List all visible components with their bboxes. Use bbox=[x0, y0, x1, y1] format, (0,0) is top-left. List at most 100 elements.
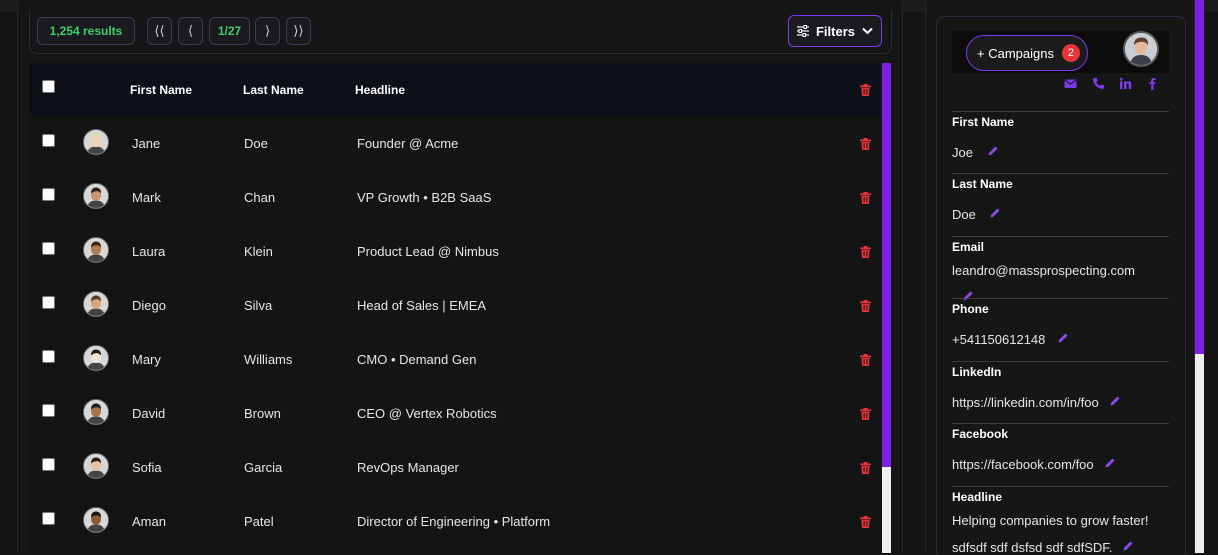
first-name-cell: David bbox=[132, 406, 166, 421]
linkedin-label: LinkedIn bbox=[952, 365, 1002, 379]
facebook-value: https://facebook.com/foo bbox=[952, 457, 1094, 472]
contact-avatar bbox=[83, 399, 109, 425]
email-label: Email bbox=[952, 240, 985, 254]
headline-cell: Director of Engineering • Platform bbox=[357, 514, 551, 529]
divider bbox=[952, 236, 1169, 237]
headline-cell: CEO @ Vertex Robotics bbox=[357, 406, 497, 421]
chevron-down-icon bbox=[862, 27, 873, 35]
page-scrollbar[interactable] bbox=[1195, 0, 1204, 553]
row-checkbox[interactable] bbox=[42, 404, 55, 417]
first-name-cell: Mark bbox=[132, 190, 161, 205]
delete-all-trash-icon[interactable] bbox=[860, 84, 871, 96]
col-headline[interactable]: Headline bbox=[355, 83, 405, 97]
row-checkbox[interactable] bbox=[42, 512, 55, 525]
delete-row-trash-icon[interactable] bbox=[860, 516, 871, 528]
divider bbox=[952, 423, 1169, 424]
headline-cell: Product Lead @ Nimbus bbox=[357, 244, 499, 259]
next-page-button[interactable]: ⟩ bbox=[255, 17, 280, 45]
page-indicator: 1/27 bbox=[209, 17, 250, 45]
row-checkbox[interactable] bbox=[42, 458, 55, 471]
first-name-cell: Sofia bbox=[132, 460, 162, 475]
table-row[interactable]: Sofia Garcia RevOps Manager bbox=[29, 441, 881, 495]
last-name-cell: Silva bbox=[244, 298, 273, 313]
headline-cell: VP Growth • B2B SaaS bbox=[357, 190, 492, 205]
first-name-value: Joe bbox=[952, 145, 973, 160]
table-scrollbar[interactable] bbox=[882, 63, 891, 553]
table-row[interactable]: Jane Doe Founder @ Acme bbox=[29, 117, 881, 171]
last-page-button[interactable]: ⟩⟩ bbox=[286, 17, 311, 45]
page-scrollbar-thumb[interactable] bbox=[1195, 0, 1204, 354]
results-count: 1,254 results bbox=[37, 17, 135, 45]
headline-label: Headline bbox=[952, 490, 1003, 504]
contact-avatar bbox=[83, 237, 109, 263]
edit-facebook-pencil-icon[interactable] bbox=[1105, 457, 1116, 468]
delete-row-trash-icon[interactable] bbox=[860, 462, 871, 474]
delete-row-trash-icon[interactable] bbox=[860, 138, 871, 150]
last-name-cell: Williams bbox=[244, 352, 293, 367]
sliders-icon bbox=[796, 25, 809, 37]
facebook-label: Facebook bbox=[952, 427, 1009, 441]
delete-row-trash-icon[interactable] bbox=[860, 408, 871, 420]
profile-avatar bbox=[1123, 31, 1159, 67]
delete-row-trash-icon[interactable] bbox=[860, 192, 871, 204]
phone-icon[interactable] bbox=[1092, 77, 1105, 90]
row-checkbox[interactable] bbox=[42, 350, 55, 363]
edit-first-name-pencil-icon[interactable] bbox=[988, 145, 999, 156]
last-name-cell: Brown bbox=[244, 406, 281, 421]
headline-cell: RevOps Manager bbox=[357, 460, 459, 475]
col-last-name[interactable]: Last Name bbox=[243, 83, 304, 97]
divider bbox=[952, 486, 1169, 487]
edit-linkedin-pencil-icon[interactable] bbox=[1110, 395, 1121, 406]
edit-headline-pencil-icon[interactable] bbox=[1123, 540, 1134, 551]
table-row[interactable]: Aman Patel Director of Engineering • Platf… bbox=[29, 495, 881, 549]
delete-row-trash-icon[interactable] bbox=[860, 246, 871, 258]
delete-row-trash-icon[interactable] bbox=[860, 300, 871, 312]
first-page-button[interactable]: ⟨⟨ bbox=[147, 17, 172, 45]
contact-avatar bbox=[83, 291, 109, 317]
contact-avatar bbox=[83, 453, 109, 479]
last-name-cell: Garcia bbox=[244, 460, 283, 475]
last-name-value: Doe bbox=[952, 207, 976, 222]
col-first-name[interactable]: First Name bbox=[130, 83, 192, 97]
table-row[interactable]: Mark Chan VP Growth • B2B SaaS bbox=[29, 171, 881, 225]
row-checkbox[interactable] bbox=[42, 296, 55, 309]
last-name-cell: Patel bbox=[244, 514, 274, 529]
select-all-checkbox[interactable] bbox=[42, 80, 55, 93]
table-header: First Name Last Name Headline bbox=[29, 63, 881, 117]
divider bbox=[952, 361, 1169, 362]
campaigns-label: + Campaigns bbox=[977, 45, 1054, 61]
headline-cell: Founder @ Acme bbox=[357, 136, 459, 151]
prev-page-button[interactable]: ⟨ bbox=[178, 17, 203, 45]
contact-avatar bbox=[83, 345, 109, 371]
edit-last-name-pencil-icon[interactable] bbox=[990, 207, 1001, 218]
row-checkbox[interactable] bbox=[42, 242, 55, 255]
first-name-cell: Jane bbox=[132, 136, 161, 151]
row-checkbox[interactable] bbox=[42, 188, 55, 201]
table-row[interactable]: Laura Klein Product Lead @ Nimbus bbox=[29, 225, 881, 279]
delete-row-trash-icon[interactable] bbox=[860, 354, 871, 366]
linkedin-icon[interactable] bbox=[1119, 77, 1132, 90]
table-scrollbar-thumb[interactable] bbox=[882, 63, 891, 467]
divider bbox=[952, 298, 1169, 299]
table-row[interactable]: Diego Silva Head of Sales | EMEA bbox=[29, 279, 881, 333]
edit-phone-pencil-icon[interactable] bbox=[1058, 332, 1069, 343]
last-name-cell: Klein bbox=[244, 244, 273, 259]
first-name-cell: Laura bbox=[132, 244, 166, 259]
first-name-cell: Aman bbox=[132, 514, 166, 529]
row-checkbox[interactable] bbox=[42, 134, 55, 147]
table-row[interactable]: Mary Williams CMO • Demand Gen bbox=[29, 333, 881, 387]
last-name-cell: Doe bbox=[244, 136, 268, 151]
headline-value-line1: Helping companies to grow faster! bbox=[952, 513, 1149, 528]
contacts-table: First Name Last Name Headline Jane Doe Fou… bbox=[29, 63, 881, 553]
table-row[interactable]: David Brown CEO @ Vertex Robotics bbox=[29, 387, 881, 441]
filters-label: Filters bbox=[815, 23, 855, 39]
email-icon[interactable] bbox=[1064, 77, 1077, 90]
divider bbox=[952, 173, 1169, 174]
filters-button[interactable]: Filters bbox=[788, 15, 882, 47]
divider bbox=[952, 111, 1169, 112]
linkedin-value: https://linkedin.com/in/foo bbox=[952, 395, 1099, 410]
facebook-icon[interactable] bbox=[1146, 77, 1159, 90]
add-campaigns-button[interactable]: + Campaigns 2 bbox=[966, 35, 1088, 71]
contact-avatar bbox=[83, 183, 109, 209]
edit-email-pencil-icon[interactable] bbox=[963, 290, 974, 301]
